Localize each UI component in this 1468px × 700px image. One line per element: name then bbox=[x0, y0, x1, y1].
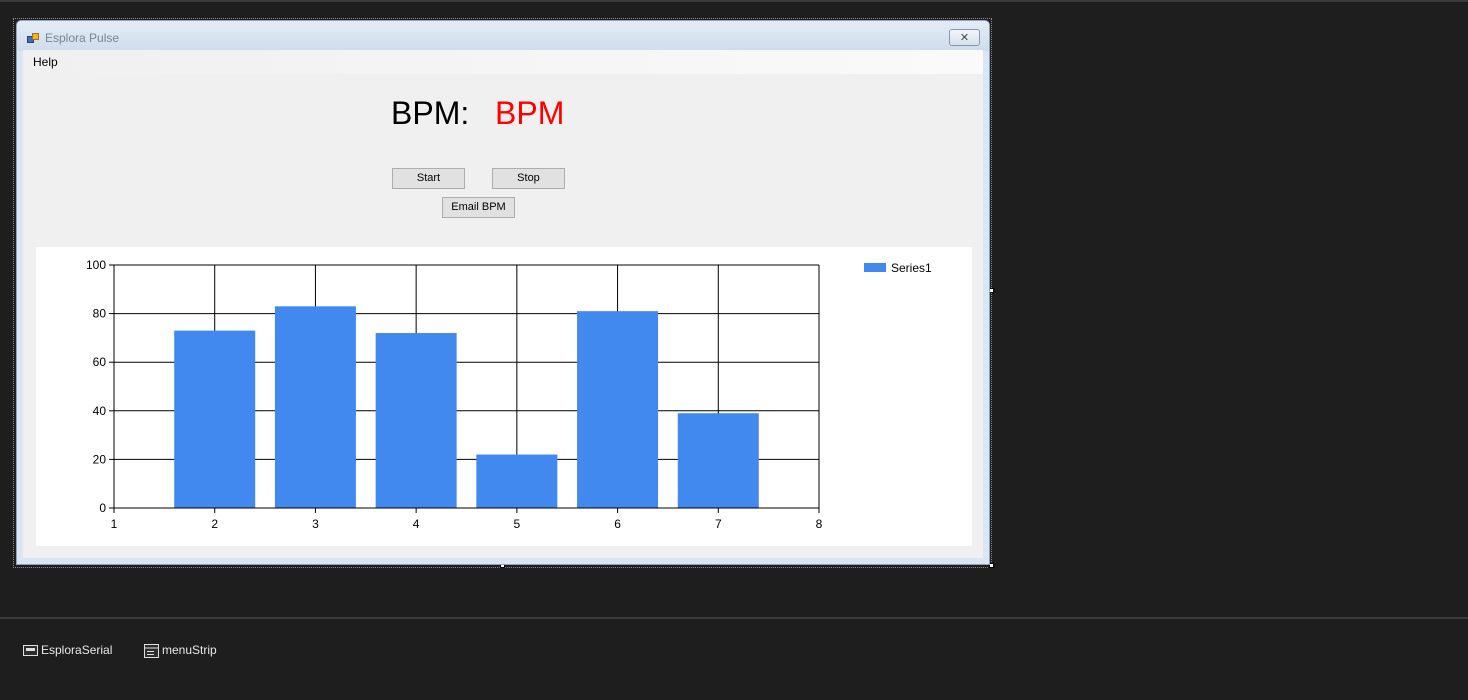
x-tick-label: 6 bbox=[614, 517, 621, 531]
bpm-label: BPM: bbox=[391, 95, 470, 131]
close-icon: ✕ bbox=[959, 31, 970, 44]
chart-bar bbox=[677, 413, 759, 508]
email-bpm-button[interactable]: Email BPM bbox=[442, 197, 515, 218]
x-tick-label: 2 bbox=[211, 517, 218, 531]
x-tick-label: 4 bbox=[413, 517, 420, 531]
menu-item-help[interactable]: Help bbox=[33, 55, 58, 69]
chart-bar bbox=[476, 454, 558, 508]
bpm-chart: 0 20 40 60 80 100 1 2 3 4 5 6 7 8 Series1 bbox=[86, 258, 932, 531]
component-tray: EsploraSerial menuStrip bbox=[0, 617, 1468, 700]
y-tick-label: 20 bbox=[93, 452, 107, 466]
form-window[interactable]: Esplora Pulse ✕ Help BPM: BPM Start Stop… bbox=[16, 20, 990, 565]
y-tick-label: 40 bbox=[93, 404, 107, 418]
chart-bar bbox=[274, 306, 356, 508]
app-icon bbox=[27, 33, 39, 44]
y-tick-label: 100 bbox=[86, 258, 106, 272]
tray-item-esploraserial[interactable]: EsploraSerial bbox=[23, 643, 112, 657]
stop-button[interactable]: Stop bbox=[492, 168, 565, 189]
menustrip-icon bbox=[144, 643, 159, 658]
chart-bar bbox=[375, 333, 457, 508]
tray-item-label: menuStrip bbox=[162, 643, 217, 657]
x-tick-label: 3 bbox=[312, 517, 319, 531]
title-bar[interactable]: Esplora Pulse ✕ bbox=[17, 21, 989, 51]
tray-item-label: EsploraSerial bbox=[41, 643, 113, 657]
x-tick-label: 8 bbox=[816, 517, 823, 531]
window-title: Esplora Pulse bbox=[45, 31, 120, 45]
designer-surface: Esplora Pulse ✕ Help BPM: BPM Start Stop… bbox=[0, 2, 1468, 618]
close-button[interactable]: ✕ bbox=[949, 29, 980, 46]
serial-port-icon bbox=[23, 645, 38, 657]
y-tick-label: 0 bbox=[99, 501, 106, 515]
y-tick-label: 80 bbox=[93, 307, 107, 321]
start-button[interactable]: Start bbox=[392, 168, 465, 189]
chart-bar bbox=[174, 330, 256, 508]
x-tick-label: 7 bbox=[715, 517, 722, 531]
tray-item-menustrip[interactable]: menuStrip bbox=[144, 643, 217, 658]
y-tick-label: 60 bbox=[93, 355, 107, 369]
legend-swatch bbox=[864, 263, 886, 272]
x-tick-label: 1 bbox=[111, 517, 118, 531]
legend-label: Series1 bbox=[891, 261, 932, 275]
x-tick-label: 5 bbox=[514, 517, 521, 531]
chart-bar bbox=[577, 311, 659, 508]
menu-strip: Help bbox=[23, 50, 983, 74]
bpm-value: BPM bbox=[495, 95, 565, 131]
chart-panel: 0 20 40 60 80 100 1 2 3 4 5 6 7 8 Series1 bbox=[36, 247, 972, 546]
form-client-area: Help BPM: BPM Start Stop Email BPM 0 20 40… bbox=[23, 50, 983, 558]
